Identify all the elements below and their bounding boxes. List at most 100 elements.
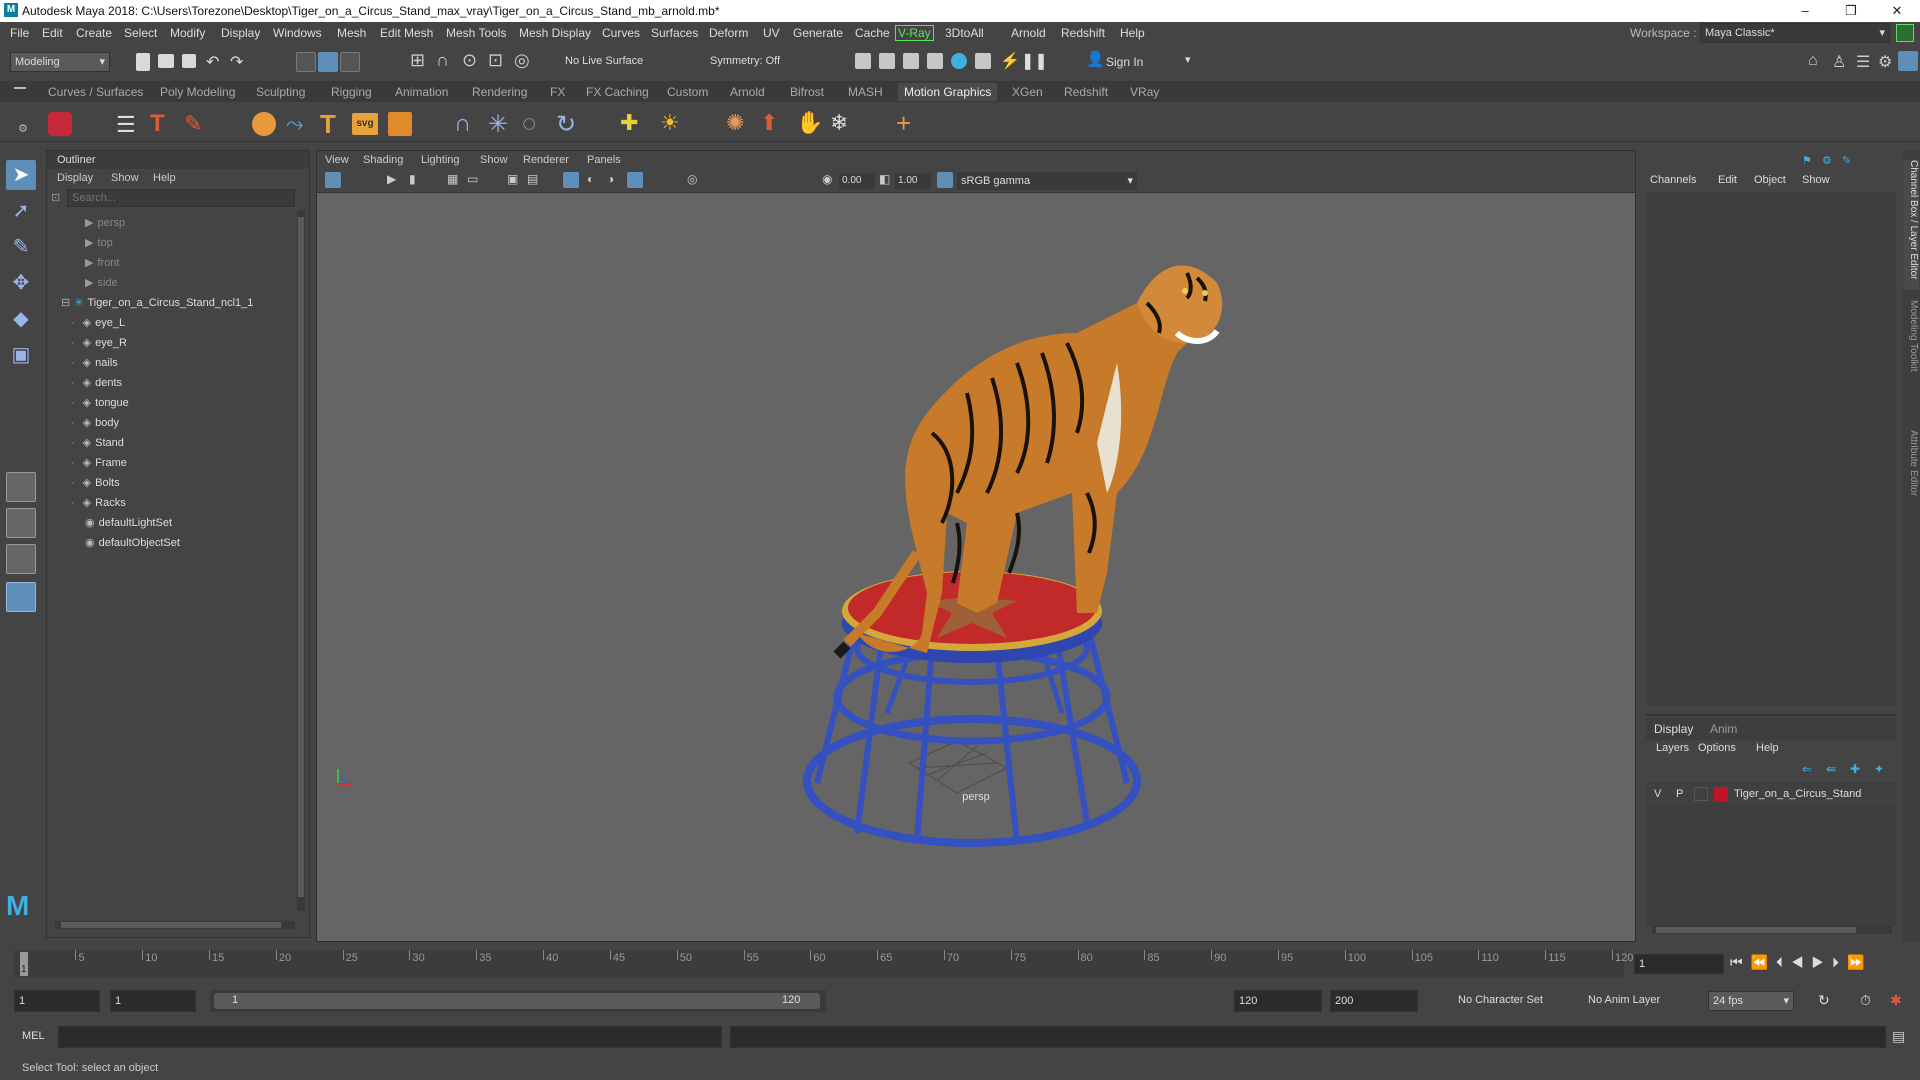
textured-icon[interactable] [563,172,579,188]
move-tool-icon[interactable]: ✥ [6,268,36,298]
move-layer-up-icon[interactable]: ⇐ [1802,762,1812,776]
outliner-item-racks[interactable]: · ◈ Racks [47,493,287,513]
ipr-render-icon[interactable] [903,53,919,69]
outliner-menu-display[interactable]: Display [57,172,93,184]
shelf-tab-redshift[interactable]: Redshift [1064,85,1108,99]
filter-icon[interactable]: ⊡ [51,191,65,205]
outliner-item-nails[interactable]: · ◈ nails [47,353,287,373]
outliner-item-bolts[interactable]: · ◈ Bolts [47,473,287,493]
outliner-item-top[interactable]: ▶ top [47,233,287,253]
close-button[interactable]: ✕ [1874,0,1920,22]
camera-attributes-icon[interactable]: ▶ [387,172,396,186]
undo-icon[interactable]: ↶ [206,52,219,72]
menu-modify[interactable]: Modify [170,26,205,40]
shelf-tab-rigging[interactable]: Rigging [331,85,372,99]
loop-icon[interactable]: ↻ [556,110,576,139]
hand-icon[interactable]: ✋ [796,110,823,136]
gear-cluster-icon[interactable]: ✺ [726,110,744,136]
preferences-icon[interactable]: ✱ [1890,992,1902,1009]
layer-tab-display[interactable]: Display [1654,722,1693,736]
outliner-item-persp[interactable]: ▶ persp [47,213,287,233]
smooth-shade-icon[interactable]: ▤ [527,172,538,186]
outliner-item-default-light-set[interactable]: ◉ defaultLightSet [47,513,287,533]
layer-playback-toggle[interactable]: P [1676,788,1683,800]
shelf-settings-icon[interactable]: ⚙ [18,122,28,135]
outliner-menu-help[interactable]: Help [153,172,176,184]
viewport-canvas[interactable]: persp [317,193,1635,941]
redo-icon[interactable]: ↷ [230,52,243,72]
character-set-label[interactable]: No Character Set [1458,994,1543,1006]
play-forward-icon[interactable]: ▶ [1812,954,1833,970]
select-tool-icon[interactable]: ➤ [6,160,36,190]
outliner-item-frame[interactable]: · ◈ Frame [47,453,287,473]
lasso-icon[interactable]: ◌ [522,110,536,138]
animation-start-field[interactable]: 1 [14,990,100,1012]
film-gate-icon[interactable]: ▭ [467,172,478,186]
shelf-tab-arnold[interactable]: Arnold [730,85,765,99]
command-input[interactable] [58,1026,722,1048]
range-handle[interactable] [214,993,820,1009]
deform-icon[interactable]: ✳ [488,110,508,139]
modeling-toolkit-icon[interactable]: ⌂ [1808,52,1818,70]
text-type-icon[interactable]: T [150,110,165,138]
play-backward-icon[interactable]: ◀ [1791,954,1812,970]
character-controls-icon[interactable]: ♙ [1832,52,1846,72]
render-view-icon[interactable] [855,53,871,69]
script-editor-icon[interactable]: ▤ [1892,1028,1905,1045]
menu-mesh[interactable]: Mesh [337,26,366,40]
tool-settings-icon[interactable]: ⚙ [1878,52,1892,72]
menu-mesh-display[interactable]: Mesh Display [519,26,591,40]
chevron-down-icon[interactable]: ▾ [1185,53,1191,66]
scale-tool-icon[interactable]: ▣ [6,340,36,370]
symmetry-label[interactable]: Symmetry: Off [710,55,780,67]
shelf-tab-mash[interactable]: MASH [848,85,883,99]
viewport-menu-view[interactable]: View [325,154,349,166]
colorspace-dropdown[interactable]: sRGB gamma ▾ [957,172,1137,190]
lasso-tool-icon[interactable]: ➚ [6,196,36,226]
layer-menu-options[interactable]: Options [1698,742,1736,754]
mel-label[interactable]: MEL [22,1030,45,1042]
side-tab-channel-box[interactable]: Channel Box / Layer Editor [1903,160,1919,290]
minimize-button[interactable]: – [1782,0,1828,22]
viewport-menu-panels[interactable]: Panels [587,154,621,166]
exposure-icon[interactable]: ◉ [822,172,832,186]
layer-color-swatch[interactable] [1714,787,1728,801]
sphere-icon[interactable] [252,112,276,136]
time-track[interactable]: 1 5 10 15 20 25 30 35 40 45 50 55 60 65 70 75 80 85 90 95 1… [14,950,1633,978]
pause-viewport-icon[interactable]: ❚❚ [1021,51,1048,71]
layer-menu-help[interactable]: Help [1756,742,1779,754]
snap-view-icon[interactable]: ⊡ [488,50,503,71]
menu-file[interactable]: File [10,26,29,40]
side-tab-attribute-editor[interactable]: Attribute Editor [1903,430,1919,530]
loop-icon[interactable]: ↻ [1818,992,1830,1009]
menu-curves[interactable]: Curves [602,26,640,40]
channel-menu-show[interactable]: Show [1802,174,1830,186]
light-editor-icon[interactable]: ⚡ [1000,51,1020,71]
auto-key-icon[interactable]: ⏱ [1860,992,1871,1009]
outliner-item-group[interactable]: ⊟ ✳ Tiger_on_a_Circus_Stand_ncl1_1 [47,293,287,313]
layer-reference-toggle[interactable] [1694,787,1708,801]
sun-icon[interactable]: ☀ [660,110,680,136]
plus-icon[interactable]: + [896,108,911,139]
outliner-vertical-scrollbar[interactable] [297,211,305,911]
menu-select[interactable]: Select [124,26,157,40]
isolate-icon[interactable]: ◎ [687,172,697,186]
snap-grid-icon[interactable]: ⊞ [410,50,425,71]
render-settings-icon[interactable] [927,53,943,69]
animation-end-field[interactable]: 200 [1330,990,1418,1012]
type-icon[interactable]: T [320,109,336,140]
maximize-button[interactable]: ❐ [1828,0,1874,22]
outliner-item-side[interactable]: ▶ side [47,273,287,293]
grid-icon[interactable]: ▦ [447,172,458,186]
persp-outliner-layout-icon[interactable] [6,544,36,574]
menu-redshift[interactable]: Redshift [1061,26,1105,40]
color-management-icon[interactable] [937,172,953,188]
shelf-tab-sculpting[interactable]: Sculpting [256,85,305,99]
shelf-tab-motion-graphics[interactable]: Motion Graphics [898,83,998,101]
four-view-layout-icon[interactable] [6,508,36,538]
go-to-start-icon[interactable]: ⏮ [1730,954,1751,970]
outliner-horizontal-scrollbar[interactable] [55,921,295,929]
layer-menu-layers[interactable]: Layers [1656,742,1689,754]
panel-splitter[interactable] [1646,714,1896,716]
wireframe-icon[interactable]: ▣ [507,172,518,186]
